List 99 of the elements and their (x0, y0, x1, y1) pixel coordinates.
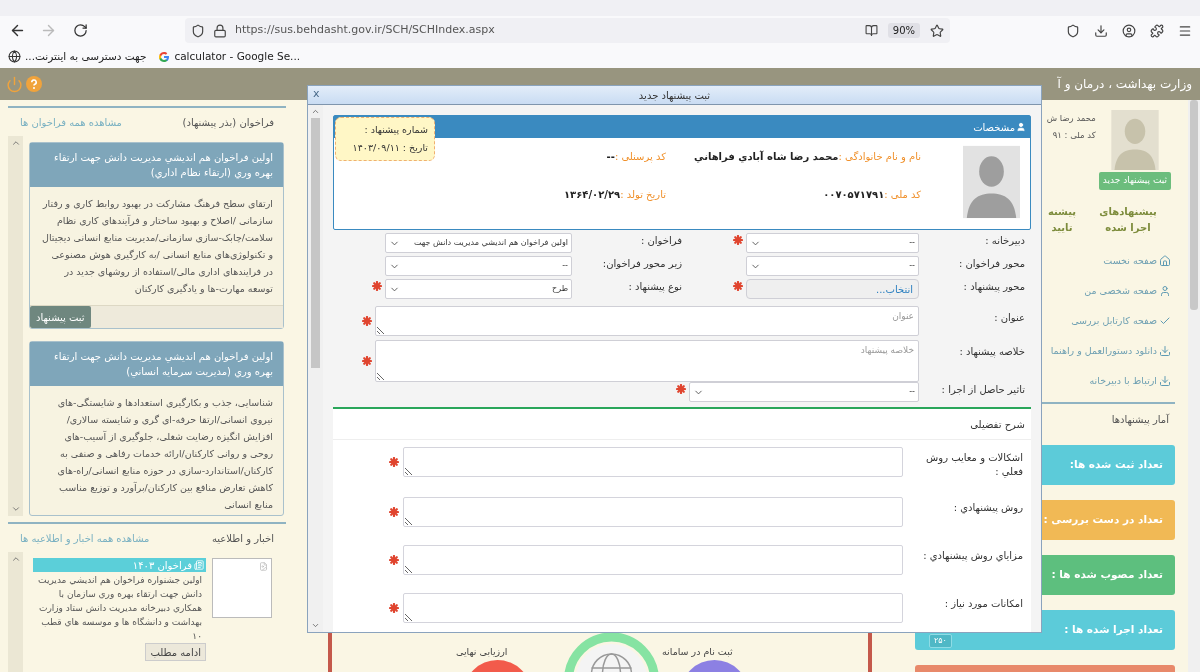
site-title: وزارت بهداشت ، درمان و آ (1057, 75, 1192, 93)
field-value: ۰۰۷۰۵۷۱۷۹۱ (823, 187, 885, 202)
select-field[interactable]: -- (385, 256, 572, 276)
form-label: امکانات مورد نیاز : (943, 597, 1024, 611)
scrollbar[interactable] (8, 552, 23, 672)
form-label: محور فراخوان : (957, 257, 1026, 271)
text-area-field[interactable] (403, 497, 903, 527)
form-label: دبیرخانه : (984, 234, 1026, 248)
form-label: فراخوان : (639, 234, 683, 248)
extensions-icon[interactable] (1150, 23, 1164, 38)
address-bar[interactable]: https://sus.behdasht.gov.ir/SCH/SCHIndex.aspx 90% (185, 18, 950, 43)
select-field[interactable]: طرح (385, 279, 572, 299)
picker-field[interactable]: انتخاب... (746, 279, 919, 299)
proposal-date: تاریخ : ۱۴۰۳/۰۹/۱۱ (351, 140, 428, 155)
user-name: محمد رضا ش (1046, 112, 1096, 125)
download-icon (1159, 345, 1171, 357)
form-label: نوع پیشنهاد : (627, 280, 683, 294)
form-label: مزایاي روش پیشنهادي : (922, 549, 1024, 563)
dialog-scrollbar[interactable] (308, 105, 323, 632)
call-title: اولین فراخوان هم اندیشي مدیریت دانش جهت ارتقاء بهره وري (مدیریت سرمایه انساني) (30, 342, 283, 386)
reload-icon[interactable] (73, 23, 88, 38)
form-label: اشکالات و معایب روش فعلي : (925, 451, 1024, 479)
user-icon (1159, 285, 1171, 297)
field-label: نام و نام خانوادگی : (838, 149, 921, 164)
lock-icon[interactable] (213, 23, 227, 38)
text-area-field[interactable] (403, 593, 903, 623)
power-icon[interactable] (6, 75, 23, 93)
panel-title: اخبار و اطلاعیه (211, 531, 274, 546)
call-description: شناسایی، جذب و بکارگیری استعدادها و شایستگی-های نیروی انسانی/ارتقا حرفه-ای گری و شایسته سالاری/ افزایش انگیزه رضایت شغلی، جلوگیری از آسیب-های روحی و روانی کارکنان/ارائه خدمات رفاهی و صنفی به کارکنان/استاندارد-سازی در حوزه منابع انسانی/راه-های کاهش تعارض منافع بین کارکنان/برآورد و توزیع مناسب منابع انسانی (56, 396, 274, 512)
image-icon (259, 562, 268, 571)
field-label: کد ملی : (884, 187, 921, 202)
text-area-field[interactable]: عنوان (375, 306, 919, 336)
submit-proposal-button[interactable]: ثبت پیشنهاد (30, 306, 91, 328)
stat-label: تعداد ثبت شده ها: (1069, 457, 1163, 473)
account-icon[interactable] (1122, 23, 1136, 38)
call-description: ارتقای سطح فرهنگ مشارکت در بهبود روابط کاری و رفتار سازمانی /اصلاح و بهبود ساختار و فرآیندهای کاری نظام سلامت/چابک-سازی سازمانی/مدیریت منابع انسانی دیجیتال و تکنولوژی‌های منابع انسانی /به کارگیری هوش مصنوعی در فرایندهای اداری مالی/استفاده از روشهای جدید در توسعه مهارت-ها و یادگیری کارکنان (41, 197, 274, 296)
back-icon[interactable] (9, 22, 26, 39)
form-label: زیر محور فراخوان: (601, 257, 683, 271)
bookmark-item[interactable]: calculator - Google Se... (158, 48, 301, 65)
dialog-title: ثبت پیشنهاد جدید (638, 88, 711, 103)
proposal-number-label: شماره پیشنهاد : (363, 123, 428, 138)
globe-icon (8, 50, 21, 63)
download-icon (1159, 375, 1171, 387)
step-label: ارزیابی نهایی (456, 645, 508, 659)
newspaper-icon (194, 560, 204, 570)
reader-icon[interactable] (864, 24, 878, 37)
form-label: تاثیر حاصل از اجرا : (940, 383, 1026, 397)
shield-icon[interactable] (191, 23, 205, 38)
stats-title: آمار پیشنهادها (1111, 412, 1169, 427)
national-id: کد ملی : ۹۱ (1051, 128, 1096, 142)
select-field[interactable]: -- (689, 382, 919, 402)
close-button[interactable]: x (310, 87, 323, 101)
bookmark-item[interactable]: جهت دسترسی به اینترنت... (8, 48, 147, 65)
text-area-field[interactable] (403, 545, 903, 575)
select-field[interactable]: -- (746, 256, 919, 276)
read-more-button[interactable]: ادامه مطلب (145, 643, 206, 661)
user-icon (1016, 122, 1026, 132)
step-label: ثبت نام در سامانه (662, 645, 733, 659)
count-badge: ۲۵۰ (929, 634, 952, 648)
scroll-up-icon[interactable] (311, 107, 320, 116)
bookmark-star-icon[interactable] (930, 23, 944, 38)
zoom-level-badge[interactable]: 90% (887, 23, 920, 38)
panel-title: فراخوان (بذر پیشنهاد) (182, 115, 274, 130)
proposal-tile-link[interactable]: پیشنه تایید (1045, 204, 1079, 236)
menu-icon[interactable] (1178, 23, 1192, 38)
stat-label: تعداد مصوب شده ها : (1051, 567, 1163, 583)
text-area-field[interactable] (403, 447, 903, 477)
stat-label: تعداد در دست بررسی : (1043, 512, 1163, 528)
stat-label: تعداد اجرا شده ها : (1064, 622, 1163, 638)
check-icon (1159, 315, 1171, 327)
scrollbar[interactable] (8, 136, 23, 516)
form-label: محور پیشنهاد : (962, 280, 1026, 294)
field-value: محمد رضا شاه آبادي فراهاني (694, 149, 839, 164)
field-label: کد پرسنلی : (614, 149, 666, 164)
scroll-up-icon[interactable] (10, 554, 21, 564)
field-value: -- (606, 149, 615, 164)
forward-icon[interactable] (40, 22, 57, 39)
page-scrollbar[interactable] (1188, 100, 1200, 672)
news-text: اولین جشنواره فراخوان هم اندیشي مدیریت دانش جهت ارتقاء بهره وري سازمان با همکاري دبیرخانه مدیریت دانش ستاد وزارت بهداشت و دانشگاه ها و موسسه هاي قطب ۱۰ (37, 574, 203, 643)
form-label: خلاصه پیشنهاد : (958, 345, 1026, 359)
proposal-tile-link[interactable]: پیشنهادهای اجرا شده (1095, 204, 1161, 236)
select-field[interactable]: -- (746, 233, 919, 253)
field-label: تاریخ تولد : (620, 187, 666, 202)
section-title: شرح تفضیلی (970, 417, 1025, 432)
select-field[interactable]: اولین فراخوان هم اندیشي مدیریت دانش جهت (385, 233, 572, 253)
url-text: https://sus.behdasht.gov.ir/SCH/SCHIndex.aspx (235, 22, 495, 39)
google-logo-icon (158, 50, 171, 63)
scroll-down-icon[interactable] (10, 504, 21, 514)
call-title: اولین فراخوان هم اندیشي مدیریت دانش جهت ارتقاء بهره وري (ارتقاء نظام اداري) (30, 143, 283, 187)
scroll-up-icon[interactable] (10, 138, 21, 148)
help-icon[interactable] (26, 76, 42, 92)
scroll-down-icon[interactable] (311, 621, 320, 630)
panel-title: مشخصات (973, 120, 1015, 135)
text-area-field[interactable]: خلاصه پیشنهاد (375, 340, 919, 382)
form-label: روش پیشنهادي : (952, 501, 1024, 515)
download-icon[interactable] (1094, 23, 1108, 38)
home-icon (1159, 255, 1171, 267)
news-tag: فراخوان ۱۴۰۳ (33, 558, 206, 572)
form-label: عنوان : (993, 311, 1026, 325)
